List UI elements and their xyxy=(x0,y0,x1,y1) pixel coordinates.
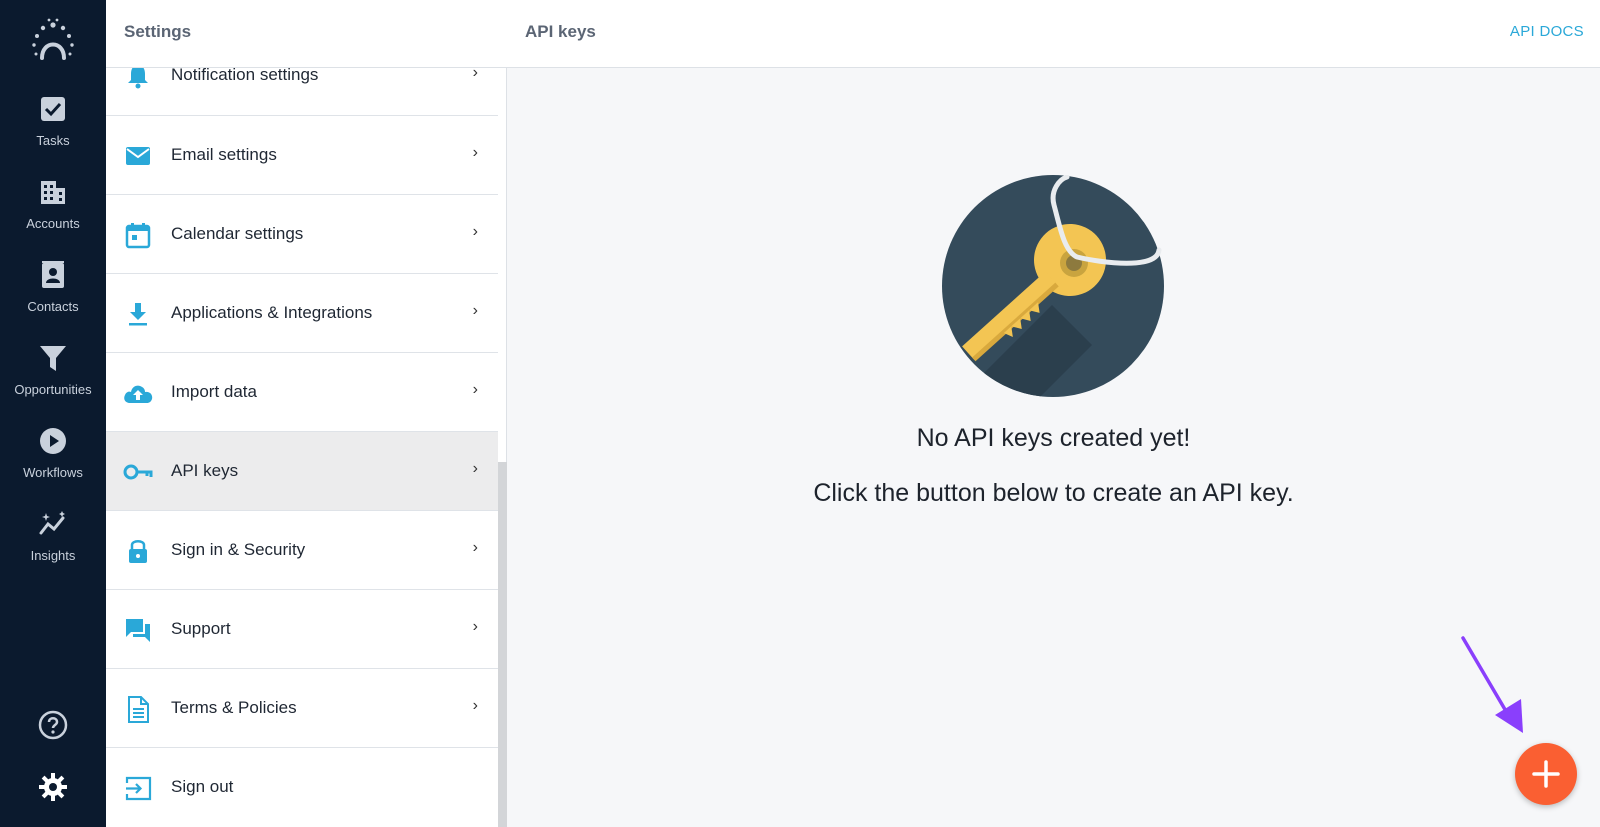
rail-item-label: Workflows xyxy=(23,465,83,480)
settings-item-label: Calendar settings xyxy=(171,224,304,243)
annotation-arrow-icon xyxy=(1461,636,1523,733)
building-icon xyxy=(41,181,65,204)
rail-item-insights[interactable]: Insights xyxy=(0,509,106,587)
play-circle-icon xyxy=(40,428,66,454)
chevron-right-icon: › xyxy=(472,144,478,161)
settings-item-label: Support xyxy=(171,619,231,638)
chevron-right-icon: › xyxy=(472,223,478,240)
funnel-icon xyxy=(40,346,66,371)
settings-item-label: Terms & Policies xyxy=(171,698,297,717)
create-api-key-button[interactable] xyxy=(1515,743,1577,805)
chevron-right-icon: › xyxy=(472,381,478,398)
rail-item-contacts[interactable]: Contacts xyxy=(0,260,106,338)
rail-item-label: Accounts xyxy=(26,216,80,231)
key-illustration xyxy=(942,175,1164,397)
settings-scrollbar[interactable] xyxy=(498,462,507,827)
settings-item-label: Sign out xyxy=(171,777,234,796)
settings-item-integrations[interactable]: Applications & Integrations › xyxy=(106,274,498,353)
settings-item-sign-out[interactable]: Sign out xyxy=(106,748,498,827)
calendar-icon xyxy=(125,223,151,249)
chevron-right-icon: › xyxy=(472,460,478,477)
api-docs-link[interactable]: API DOCS xyxy=(1510,23,1584,40)
rail-item-label: Contacts xyxy=(27,299,79,314)
contact-card-icon xyxy=(42,261,64,288)
main-content: API keys API DOCS No API keys created ye… xyxy=(507,0,1600,827)
settings-item-terms[interactable]: Terms & Policies › xyxy=(106,669,498,748)
rail-item-label: Insights xyxy=(30,548,76,563)
settings-title: Settings xyxy=(124,22,192,41)
settings-item-label: API keys xyxy=(171,461,239,480)
settings-list: Notification settings › Email settings ›… xyxy=(106,40,498,827)
settings-item-label: Email settings xyxy=(171,145,277,164)
settings-item-label: Applications & Integrations xyxy=(171,303,373,322)
settings-item-support[interactable]: Support › xyxy=(106,590,498,669)
settings-item-api-keys[interactable]: API keys › xyxy=(106,432,498,511)
settings-item-label: Import data xyxy=(171,382,257,401)
settings-item-label: Notification settings xyxy=(171,65,319,84)
rail-item-opportunities[interactable]: Opportunities xyxy=(0,343,106,421)
document-icon xyxy=(128,696,149,723)
nav-rail: Tasks Accounts Contacts Opportunities Wo… xyxy=(0,0,106,827)
download-icon xyxy=(129,303,147,326)
settings-item-calendar[interactable]: Calendar settings › xyxy=(106,195,498,274)
help-circle-icon[interactable] xyxy=(38,710,68,740)
chevron-right-icon: › xyxy=(472,302,478,319)
empty-state-subtitle: Click the button below to create an API … xyxy=(813,479,1294,507)
rail-item-label: Opportunities xyxy=(14,382,92,397)
rail-item-label: Tasks xyxy=(36,133,70,148)
page-title: API keys xyxy=(525,22,596,41)
settings-header: Settings xyxy=(106,0,507,68)
sign-out-icon xyxy=(125,776,152,801)
lock-icon xyxy=(129,540,147,563)
settings-item-security[interactable]: Sign in & Security › xyxy=(106,511,498,590)
app-logo-icon[interactable] xyxy=(28,16,78,66)
chevron-right-icon: › xyxy=(472,697,478,714)
chevron-right-icon: › xyxy=(472,539,478,556)
sparkle-chart-icon xyxy=(39,511,65,535)
settings-panel: Notification settings › Email settings ›… xyxy=(106,0,507,827)
main-header: API keys API DOCS xyxy=(507,0,1600,68)
key-icon xyxy=(123,464,153,480)
chevron-right-icon: › xyxy=(472,618,478,635)
rail-item-tasks[interactable]: Tasks xyxy=(0,94,106,172)
gear-icon[interactable] xyxy=(38,772,68,802)
cloud-upload-icon xyxy=(124,385,153,403)
settings-item-import[interactable]: Import data › xyxy=(106,353,498,432)
check-square-icon xyxy=(41,97,65,121)
envelope-icon xyxy=(126,147,150,165)
rail-item-workflows[interactable]: Workflows xyxy=(0,426,106,504)
chat-icon xyxy=(126,619,150,642)
empty-state-title: No API keys created yet! xyxy=(916,424,1191,452)
rail-item-accounts[interactable]: Accounts xyxy=(0,177,106,255)
settings-item-label: Sign in & Security xyxy=(171,540,306,559)
settings-item-email[interactable]: Email settings › xyxy=(106,116,498,195)
plus-icon xyxy=(1532,760,1560,788)
